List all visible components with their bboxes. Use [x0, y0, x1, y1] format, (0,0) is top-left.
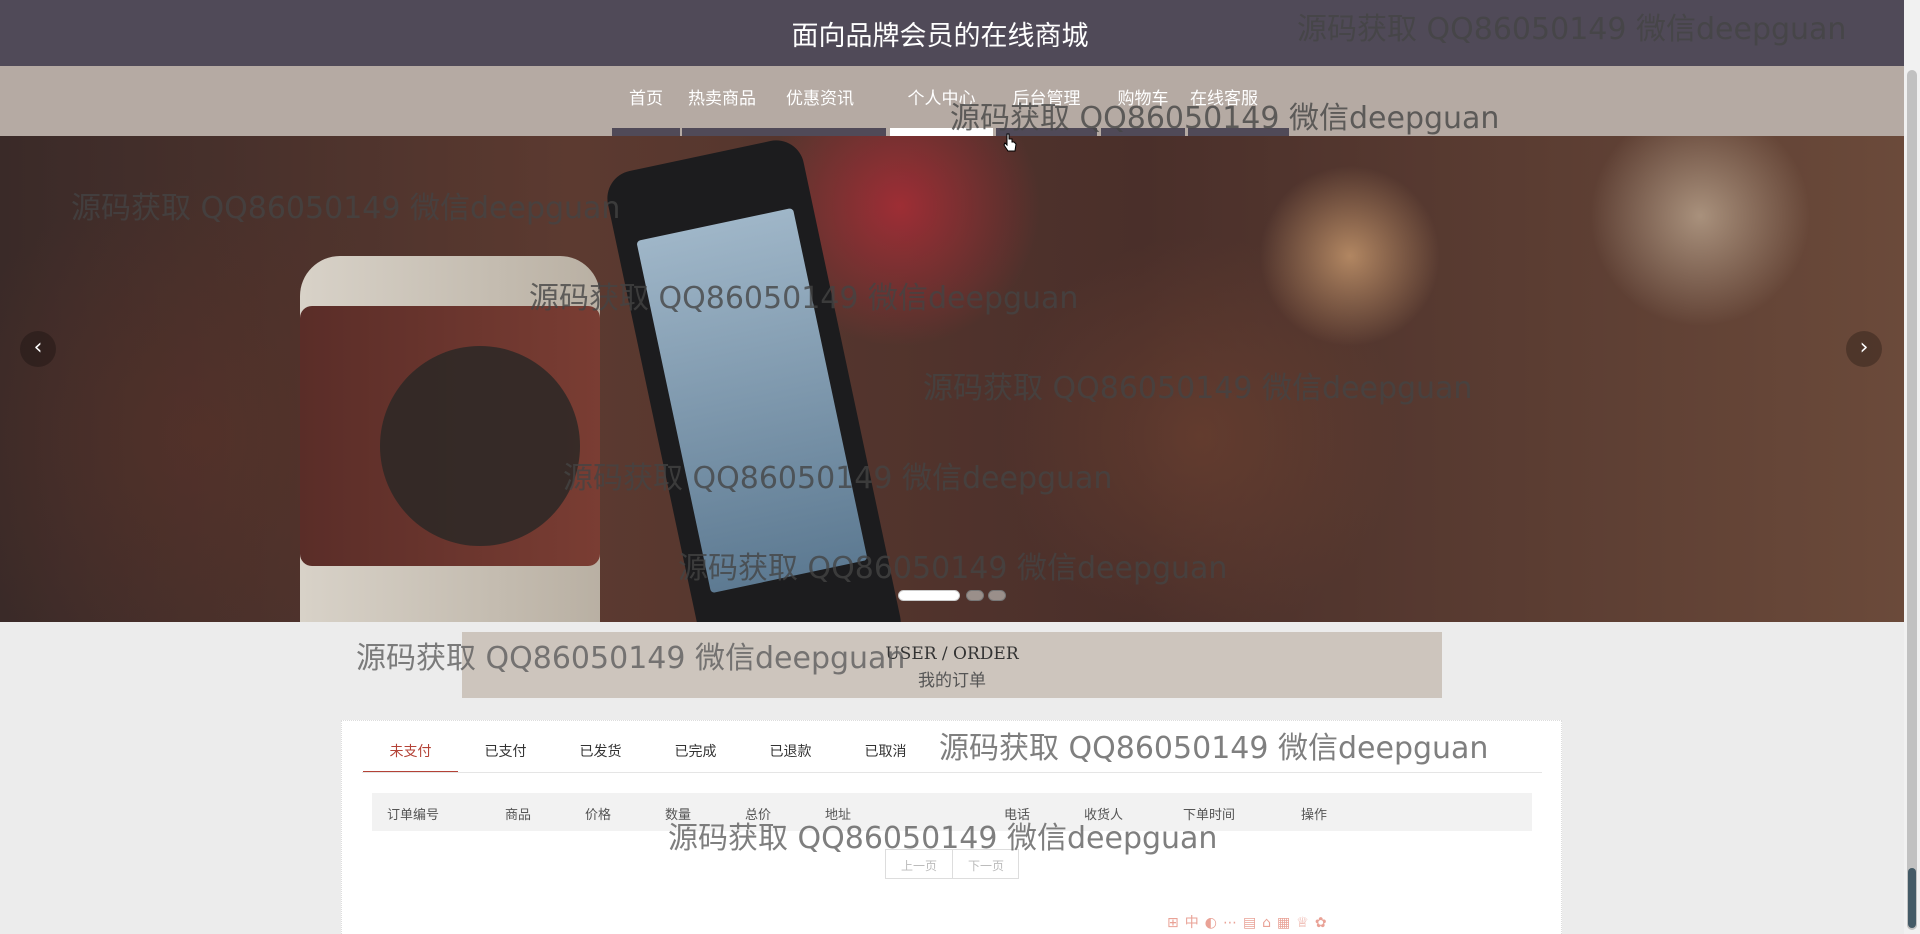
nav-promotions-label: 优惠资讯	[786, 89, 854, 109]
scrollbar-thumb[interactable]	[1907, 70, 1917, 930]
ime-toolbar[interactable]: ⊞中◐⋯▤⌂▦♕✿	[1167, 912, 1333, 932]
chevron-left-icon[interactable]: ‹	[20, 331, 56, 367]
watermark: 源码获取 QQ86050149 微信deepguan	[939, 731, 1489, 766]
nav-home-underline	[612, 128, 680, 136]
tab-paid[interactable]: 已支付	[458, 741, 553, 773]
carousel-dot-1[interactable]	[898, 590, 960, 601]
watermark: 源码获取 QQ86050149 微信deepguan	[678, 551, 1228, 586]
carousel-dot-3[interactable]	[988, 590, 1006, 601]
watermark: 源码获取 QQ86050149 微信deepguan	[950, 101, 1500, 136]
next-page-button[interactable]: 下一页	[953, 857, 1019, 874]
watermark: 源码获取 QQ86050149 微信deepguan	[563, 461, 1113, 496]
banner-cup-logo	[380, 346, 580, 546]
watermark: 源码获取 QQ86050149 微信deepguan	[668, 821, 1218, 856]
watermark: 源码获取 QQ86050149 微信deepguan	[1297, 12, 1847, 47]
nav-hot-products-label: 热卖商品	[688, 89, 756, 109]
tab-refunded[interactable]: 已退款	[743, 741, 838, 773]
scrollbar-handle[interactable]	[1908, 868, 1916, 928]
col-product: 商品	[505, 808, 532, 823]
tab-cancelled[interactable]: 已取消	[838, 741, 933, 773]
watermark: 源码获取 QQ86050149 微信deepguan	[529, 281, 1079, 316]
cursor-hand-icon	[1003, 133, 1017, 152]
tab-completed[interactable]: 已完成	[648, 741, 743, 773]
nav-home[interactable]: 首页	[612, 66, 680, 136]
chevron-right-icon[interactable]: ›	[1846, 331, 1882, 367]
banner-phone-screen	[636, 207, 868, 594]
col-actions: 操作	[1301, 808, 1328, 823]
carousel-dot-2[interactable]	[966, 590, 984, 601]
watermark: 源码获取 QQ86050149 微信deepguan	[923, 371, 1473, 406]
tab-unpaid[interactable]: 未支付	[363, 741, 458, 773]
nav-promotions[interactable]: 优惠资讯	[776, 66, 886, 136]
tab-divider	[362, 772, 1542, 773]
watermark: 源码获取 QQ86050149 微信deepguan	[71, 191, 621, 226]
prev-page-button[interactable]: 上一页	[886, 857, 952, 874]
col-order-no: 订单编号	[387, 808, 440, 823]
nav-home-label: 首页	[629, 89, 663, 109]
col-price: 价格	[585, 808, 612, 823]
watermark: 源码获取 QQ86050149 微信deepguan	[356, 641, 906, 676]
tab-shipped[interactable]: 已发货	[553, 741, 648, 773]
